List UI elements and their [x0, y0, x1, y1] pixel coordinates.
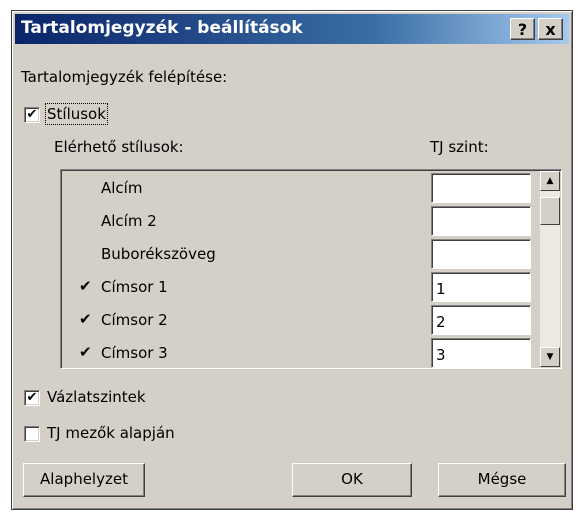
list-item[interactable]: Alcím	[61, 172, 531, 205]
style-name: Buborékszöveg	[101, 245, 216, 263]
toc-fields-label[interactable]: TJ mezők alapján	[47, 424, 175, 442]
help-button[interactable]: ?	[510, 18, 535, 40]
check-mark-icon: ✔	[79, 343, 92, 361]
styles-scrollbar[interactable]: ▲ ▼	[540, 171, 560, 367]
cancel-button[interactable]: Mégse	[438, 463, 566, 497]
toc-level-column-label: TJ szint:	[430, 138, 489, 156]
style-name: Alcím	[101, 179, 143, 197]
list-item[interactable]: Buborékszöveg	[61, 238, 531, 271]
style-name: Címsor 1	[101, 278, 168, 296]
toc-level-input[interactable]: 2	[431, 305, 531, 335]
toc-level-input[interactable]	[431, 239, 531, 269]
close-button[interactable]: x	[538, 18, 563, 40]
toc-level-input[interactable]: 1	[431, 272, 531, 302]
dialog-title: Tartalomjegyzék - beállítások	[21, 18, 303, 38]
title-bar: Tartalomjegyzék - beállítások ? x	[15, 14, 569, 44]
toc-level-input[interactable]: 3	[431, 338, 531, 368]
toc-level-input[interactable]	[431, 206, 531, 236]
styles-list[interactable]: Alcím Alcím 2 Buborékszöveg ✔ Címsor 1 1…	[60, 169, 562, 369]
scroll-up-button[interactable]: ▲	[540, 171, 560, 191]
styles-checkbox[interactable]: ✔	[24, 107, 40, 123]
list-item[interactable]: Alcím 2	[61, 205, 531, 238]
build-from-label: Tartalomjegyzék felépítése:	[21, 68, 228, 86]
outline-levels-label[interactable]: Vázlatszintek	[47, 388, 146, 406]
list-item[interactable]: ✔ Címsor 3 3	[61, 337, 531, 370]
check-mark-icon: ✔	[79, 277, 92, 295]
styles-checkbox-label[interactable]: Stílusok	[45, 103, 108, 125]
reset-button[interactable]: Alaphelyzet	[23, 463, 145, 497]
list-item[interactable]: ✔ Címsor 2 2	[61, 304, 531, 337]
toc-options-dialog: Tartalomjegyzék - beállítások ? x Tartal…	[11, 10, 573, 510]
check-mark-icon: ✔	[79, 310, 92, 328]
list-item[interactable]: ✔ Címsor 1 1	[61, 271, 531, 304]
scroll-thumb[interactable]	[540, 197, 560, 225]
ok-button[interactable]: OK	[292, 463, 412, 497]
toc-level-input[interactable]	[431, 173, 531, 203]
style-name: Címsor 3	[101, 344, 168, 362]
scroll-down-button[interactable]: ▼	[540, 347, 560, 367]
outline-levels-checkbox[interactable]: ✔	[24, 390, 40, 406]
style-name: Címsor 2	[101, 311, 168, 329]
toc-fields-checkbox[interactable]	[24, 426, 40, 442]
style-name: Alcím 2	[101, 212, 157, 230]
available-styles-label: Elérhető stílusok:	[54, 138, 184, 156]
